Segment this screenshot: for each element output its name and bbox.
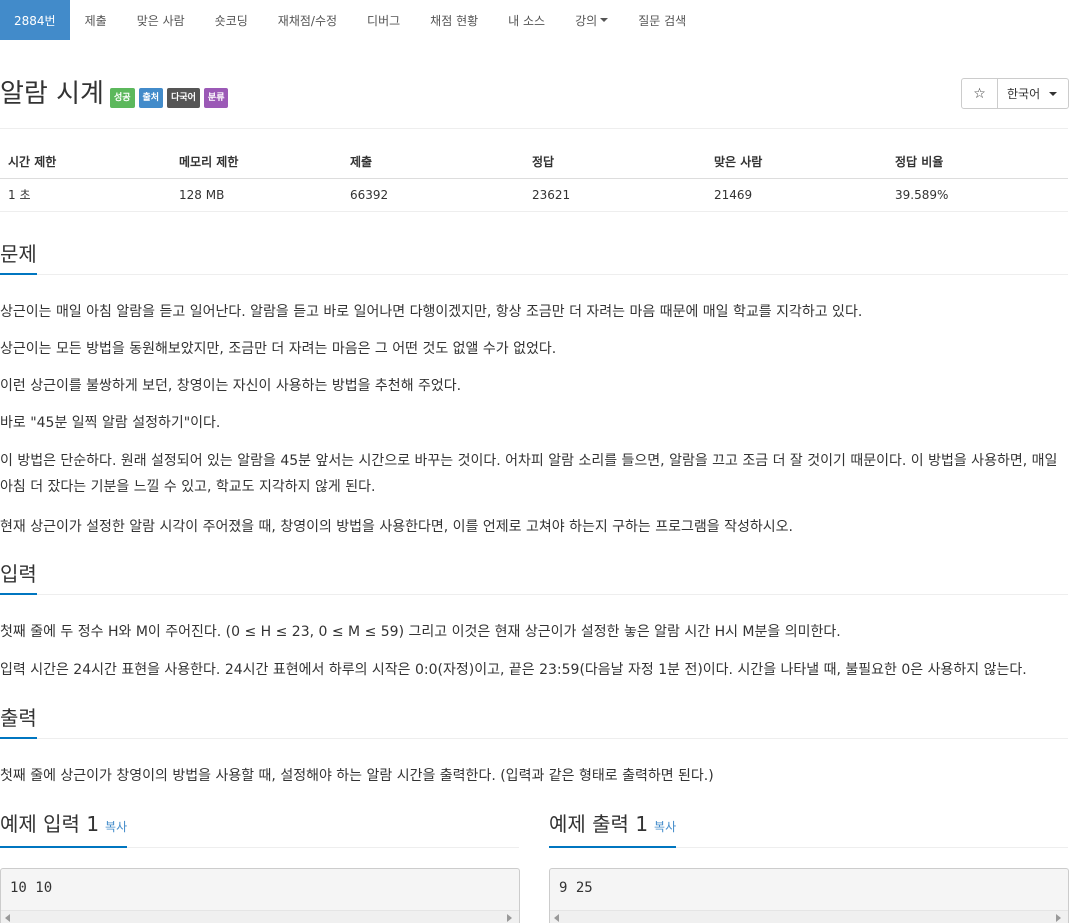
table-header-row: 시간 제한 메모리 제한 제출 정답 맞은 사람 정답 비율 (0, 145, 1068, 179)
input-paragraph: 첫째 줄에 두 정수 H와 M이 주어진다. (0 ≤ H ≤ 23, 0 ≤ … (0, 624, 841, 640)
output-section-header: 출력 (0, 705, 1068, 739)
sample-output-box: 9 25 (549, 868, 1069, 923)
problem-nav: 2884번 제출 맞은 사람 숏코딩 재채점/수정 디버그 채점 현황 내 소스… (0, 0, 1076, 40)
nav-tab-lecture[interactable]: 강의 (560, 0, 623, 40)
copy-input-button[interactable]: 복사 (105, 820, 127, 834)
table-header: 제출 (342, 145, 524, 179)
scroll-left-icon[interactable] (554, 914, 559, 922)
table-header: 맞은 사람 (706, 145, 887, 179)
output-heading: 출력 (0, 705, 37, 739)
description-paragraph: 상근이는 매일 아침 알람을 듣고 일어난다. 알람을 듣고 바로 일어나면 다… (0, 304, 863, 320)
divider (0, 128, 1068, 129)
sample-input-heading: 예제 입력 1 복사 (0, 811, 128, 848)
table-header: 정답 (524, 145, 706, 179)
caret-down-icon (600, 18, 609, 22)
page-title: 알람 시계 (0, 79, 104, 109)
nav-tab-rejudge[interactable]: 재채점/수정 (263, 0, 352, 40)
sample-input-box: 10 10 (0, 868, 520, 923)
table-cell: 1 초 (0, 178, 171, 212)
scroll-right-icon[interactable] (1056, 914, 1061, 922)
caret-down-icon (1049, 91, 1058, 96)
table-cell: 23621 (524, 178, 706, 212)
problem-info-table: 시간 제한 메모리 제한 제출 정답 맞은 사람 정답 비율 1 초 128 M… (0, 145, 1068, 212)
input-heading: 입력 (0, 561, 37, 595)
scroll-right-icon[interactable] (507, 914, 512, 922)
table-cell: 21469 (706, 178, 887, 212)
sample-input-title: 예제 입력 1 (0, 812, 100, 836)
nav-tab-question-search[interactable]: 질문 검색 (623, 0, 701, 40)
sample-output-heading: 예제 출력 1 복사 (549, 811, 677, 848)
table-header: 정답 비율 (887, 145, 1068, 179)
problem-title-row: 알람 시계 성공 출처 다국어 분류 (0, 78, 232, 110)
scroll-left-icon[interactable] (5, 914, 10, 922)
copy-output-button[interactable]: 복사 (654, 820, 676, 834)
label-multilingual[interactable]: 다국어 (167, 88, 200, 108)
table-cell: 39.589% (887, 178, 1068, 212)
language-select[interactable]: 한국어 (998, 79, 1068, 108)
label-category[interactable]: 분류 (203, 88, 229, 108)
sample-output-text: 9 25 (559, 880, 593, 896)
nav-tab-problem[interactable]: 2884번 (0, 0, 70, 40)
nav-tab-submit[interactable]: 제출 (70, 0, 122, 40)
table-row: 1 초 128 MB 66392 23621 21469 39.589% (0, 178, 1068, 212)
description-section-header: 문제 (0, 241, 1068, 275)
nav-tab-solved-users[interactable]: 맞은 사람 (122, 0, 200, 40)
language-label: 한국어 (1007, 87, 1041, 101)
description-paragraph: 상근이는 모든 방법을 동원해보았지만, 조금만 더 자려는 마음은 그 어떤 … (0, 341, 557, 357)
nav-lecture-label: 강의 (575, 13, 598, 28)
input-section-header: 입력 (0, 561, 1068, 595)
description-heading: 문제 (0, 241, 37, 275)
nav-tab-status[interactable]: 채점 현황 (415, 0, 493, 40)
nav-tab-short-coding[interactable]: 숏코딩 (200, 0, 263, 40)
description-paragraph: 이런 상근이를 불쌍하게 보던, 창영이는 자신이 사용하는 방법을 추천해 주… (0, 378, 462, 394)
table-cell: 128 MB (171, 178, 342, 212)
nav-tab-my-source[interactable]: 내 소스 (493, 0, 560, 40)
problem-labels: 성공 출처 다국어 분류 (109, 88, 233, 108)
label-success[interactable]: 성공 (109, 88, 135, 108)
input-paragraph: 입력 시간은 24시간 표현을 사용한다. 24시간 표현에서 하루의 시작은 … (0, 662, 1027, 678)
description-paragraph: 바로 "45분 일찍 알람 설정하기"이다. (0, 415, 221, 431)
horizontal-scrollbar[interactable] (550, 910, 1068, 923)
star-icon[interactable]: ☆ (962, 79, 998, 108)
table-header: 메모리 제한 (171, 145, 342, 179)
sample-output-header: 예제 출력 1 복사 (549, 811, 1068, 848)
description-paragraph: 이 방법은 단순하다. 원래 설정되어 있는 알람을 45분 앞서는 시간으로 … (0, 453, 1058, 495)
title-actions: ☆ 한국어 (961, 78, 1069, 109)
nav-tab-debug[interactable]: 디버그 (352, 0, 415, 40)
label-source[interactable]: 출처 (138, 88, 164, 108)
table-cell: 66392 (342, 178, 524, 212)
sample-output-title: 예제 출력 1 (549, 812, 649, 836)
horizontal-scrollbar[interactable] (1, 910, 519, 923)
output-paragraph: 첫째 줄에 상근이가 창영이의 방법을 사용할 때, 설정해야 하는 알람 시간… (0, 768, 714, 784)
table-header: 시간 제한 (0, 145, 171, 179)
sample-input-text: 10 10 (10, 880, 53, 896)
description-paragraph: 현재 상근이가 설정한 알람 시각이 주어졌을 때, 창영이의 방법을 사용한다… (0, 519, 793, 535)
sample-input-header: 예제 입력 1 복사 (0, 811, 519, 848)
